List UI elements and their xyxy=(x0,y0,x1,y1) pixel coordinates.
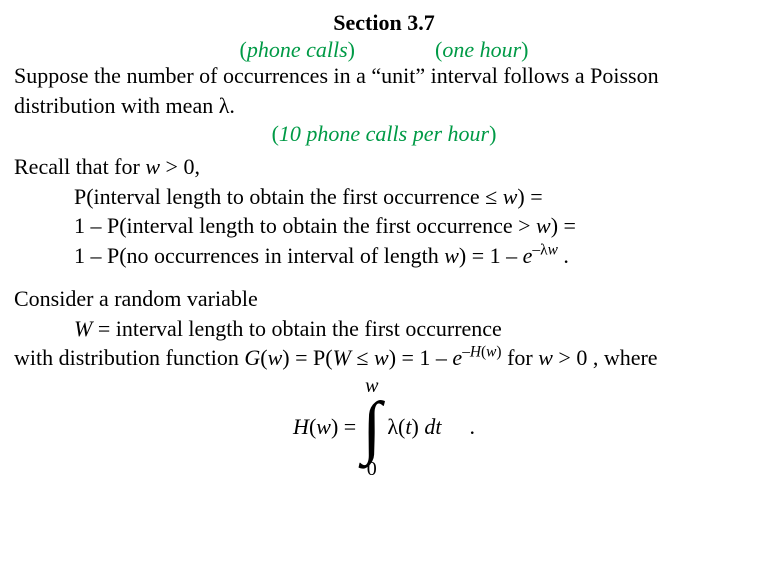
annotation-phone-calls: (phone calls) xyxy=(240,38,355,62)
rl3a: 1 – P(no occurrences in interval of leng… xyxy=(74,243,444,268)
dw1: w xyxy=(268,345,283,370)
dep: – xyxy=(462,344,470,361)
integral-sign-block: w ∫ 0 xyxy=(362,376,381,479)
annot-text-3: 10 phone calls per hour xyxy=(279,121,489,146)
intro-line-1: Suppose the number of occurrences in a “… xyxy=(14,62,754,90)
annot-text-1: phone calls xyxy=(247,37,348,62)
ihc: ) = xyxy=(331,414,356,439)
ihw: w xyxy=(316,414,331,439)
de: e xyxy=(452,345,462,370)
ilam: λ( xyxy=(387,414,405,439)
dew: w xyxy=(486,344,496,361)
integral-sign: ∫ xyxy=(362,396,381,459)
consider-line: Consider a random variable xyxy=(14,285,754,313)
dw2: w xyxy=(374,345,389,370)
integral-period: . xyxy=(469,414,475,440)
rl2b: w xyxy=(536,213,551,238)
rl3e: e xyxy=(523,243,533,268)
annot-text-2: one hour xyxy=(442,37,521,62)
rl1a: P(interval length to obtain the first oc… xyxy=(74,184,503,209)
rl3d: 1 – xyxy=(490,243,523,268)
rl3exp: –λ xyxy=(532,241,547,258)
annotation-rate: (10 phone calls per hour) xyxy=(14,121,754,147)
idt: dt xyxy=(424,414,441,439)
dfor: for xyxy=(502,345,539,370)
annotation-one-hour: (one hour) xyxy=(435,38,528,62)
recall-line-2: 1 – P(interval length to obtain the firs… xyxy=(14,212,754,240)
rl3b: w xyxy=(444,243,459,268)
dend: > 0 , where xyxy=(553,345,658,370)
rl3expw: w xyxy=(548,241,558,258)
wdef-var: W xyxy=(74,316,92,341)
rl2a: 1 – P(interval length to obtain the firs… xyxy=(74,213,536,238)
integrand: λ(t) dt xyxy=(381,414,469,440)
integral-lhs: H(w) = xyxy=(293,414,362,440)
rl3-exponent: –λw xyxy=(532,241,557,258)
rl3c: ) = xyxy=(459,243,484,268)
rl3f: . xyxy=(558,243,569,268)
integral-equation: H(w) = w ∫ 0 λ(t) dt . xyxy=(14,376,754,479)
section-title: Section 3.7 xyxy=(14,10,754,36)
d1: with distribution function xyxy=(14,345,244,370)
dmid: ) = 1 – xyxy=(389,345,453,370)
w-definition: W = interval length to obtain the first … xyxy=(14,315,754,343)
rl1c: ) = xyxy=(517,184,542,209)
annotation-row: (phone calls) (one hour) xyxy=(14,38,754,62)
deH: H xyxy=(470,344,481,361)
document-page: Section 3.7 (phone calls) (one hour) Sup… xyxy=(0,0,768,479)
wdef-rest: = interval length to obtain the first oc… xyxy=(92,316,501,341)
recall-line-3: 1 – P(no occurrences in interval of leng… xyxy=(14,242,754,270)
rl2c: ) = xyxy=(551,213,576,238)
recall-intro: Recall that for w > 0, xyxy=(14,153,754,181)
dpo: ( xyxy=(260,345,267,370)
ihH: H xyxy=(293,414,309,439)
intro-line-2: distribution with mean λ. xyxy=(14,92,754,120)
integral-lower-limit: 0 xyxy=(367,459,377,479)
dw3: w xyxy=(538,345,553,370)
rl1b: w xyxy=(503,184,518,209)
dG: G xyxy=(244,345,260,370)
dcl: ) = P( xyxy=(282,345,332,370)
recall-var-w: w xyxy=(145,154,160,179)
dle: ≤ xyxy=(351,345,374,370)
dW: W xyxy=(333,345,351,370)
recall-line-1: P(interval length to obtain the first oc… xyxy=(14,183,754,211)
spacer xyxy=(14,271,754,285)
recall-intro-text: Recall that for xyxy=(14,154,145,179)
distribution-line: with distribution function G(w) = P(W ≤ … xyxy=(14,344,754,372)
recall-cond-rest: > 0, xyxy=(160,154,200,179)
dist-exponent: –H(w) xyxy=(462,344,501,361)
icl: ) xyxy=(412,414,425,439)
